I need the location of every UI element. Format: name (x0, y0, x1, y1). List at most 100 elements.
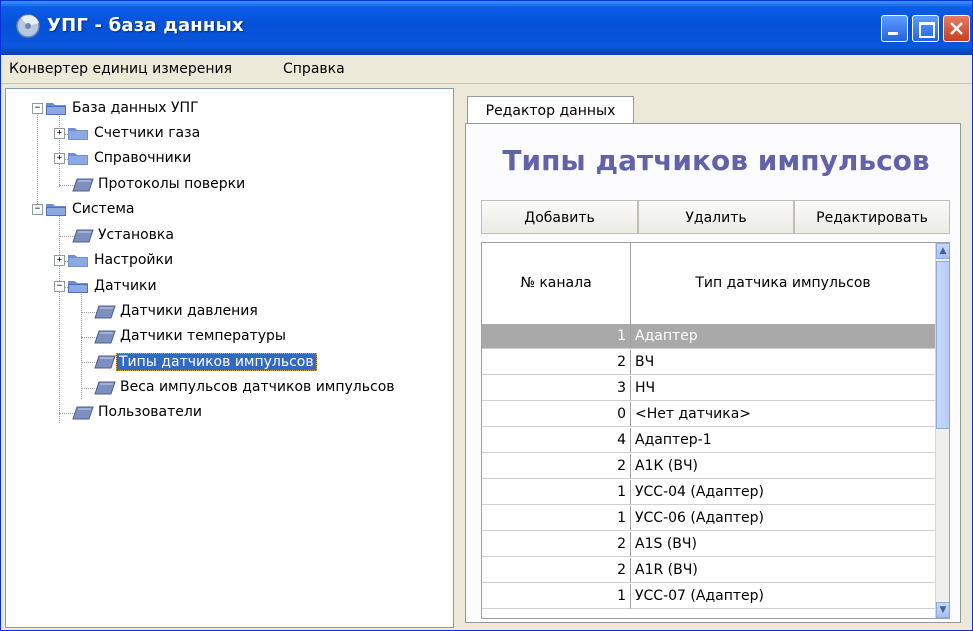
table-row[interactable]: 2 А1R (ВЧ) (482, 558, 935, 584)
menu-bar: Конвертер единиц измерения Справка (1, 55, 972, 84)
expand-icon[interactable]: + (54, 128, 65, 139)
expand-icon[interactable]: + (54, 153, 65, 164)
tree-item-label: Установка (98, 227, 174, 243)
cell-channel: 1 (482, 584, 631, 609)
tree-item-verification-protocols[interactable]: Протоколы поверки (6, 173, 446, 197)
cell-channel: 2 (482, 454, 631, 479)
folder-icon (46, 204, 66, 216)
table-row[interactable]: 1 УСС-06 (Адаптер) (482, 506, 935, 532)
folder-icon (68, 281, 88, 293)
minimize-button[interactable] (881, 15, 908, 42)
cell-type: УСС-06 (Адаптер) (631, 506, 935, 531)
expand-icon[interactable]: + (54, 255, 65, 266)
menu-help[interactable]: Справка (283, 61, 345, 77)
cell-type: Адаптер-1 (631, 428, 935, 453)
title-bar[interactable]: УПГ - база данных (1, 1, 972, 55)
tree-item-label: Протоколы поверки (98, 176, 246, 192)
tree-item-upg-database[interactable]: − База данных УПГ (6, 97, 446, 121)
folder-icon (68, 255, 88, 267)
delete-button[interactable]: Удалить (638, 200, 794, 234)
cell-channel: 4 (482, 428, 631, 453)
app-icon (16, 14, 40, 38)
table-row[interactable]: 0 <Нет датчика> (482, 402, 935, 428)
cell-type: УСС-07 (Адаптер) (631, 584, 935, 609)
chevron-down-icon: ▼ (939, 605, 947, 615)
cell-channel: 2 (482, 350, 631, 375)
form-icon (94, 355, 116, 369)
form-icon (94, 305, 116, 319)
folder-icon (46, 103, 66, 115)
grid-header: № канала Тип датчика импульсов (482, 243, 935, 325)
maximize-button[interactable] (912, 15, 939, 42)
tree-item-pulse-sensor-types[interactable]: Типы датчиков импульсов (6, 350, 446, 374)
table-row[interactable]: 1 Адаптер (482, 324, 935, 350)
cell-type: УСС-04 (Адаптер) (631, 480, 935, 505)
collapse-icon[interactable]: − (32, 204, 43, 215)
add-button[interactable]: Добавить (481, 200, 638, 234)
form-icon (72, 178, 94, 192)
tree-item-system[interactable]: − Система (6, 198, 446, 222)
table-row[interactable]: 2 А1S (ВЧ) (482, 532, 935, 558)
scroll-thumb[interactable] (936, 261, 949, 429)
tree-item-temperature-sensors[interactable]: Датчики температуры (6, 325, 446, 349)
tree-item-pulse-weights[interactable]: Веса импульсов датчиков импульсов (6, 376, 446, 400)
tree-item-installation[interactable]: Установка (6, 224, 446, 248)
cell-type: А1R (ВЧ) (631, 558, 935, 583)
tree-item-label: Справочники (94, 150, 192, 166)
cell-channel: 3 (482, 376, 631, 401)
tree-item-label: Настройки (94, 252, 174, 268)
tree-item-pressure-sensors[interactable]: Датчики давления (6, 300, 446, 324)
tree-item-label: Веса импульсов датчиков импульсов (120, 379, 395, 395)
cell-type: А1К (ВЧ) (631, 454, 935, 479)
form-icon (94, 381, 116, 395)
cell-type: ВЧ (631, 350, 935, 375)
page-title: Типы датчиков импульсов (502, 144, 930, 177)
tree-item-label: Датчики температуры (120, 328, 286, 344)
cell-channel: 1 (482, 506, 631, 531)
tree-view[interactable]: − База данных УПГ + Счетчики газа + Спра… (5, 88, 454, 628)
tree-item-gas-meters[interactable]: + Счетчики газа (6, 122, 446, 146)
column-header-type[interactable]: Тип датчика импульсов (631, 243, 935, 324)
tree-item-label: Датчики давления (120, 303, 258, 319)
tree-item-label: Типы датчиков импульсов (116, 353, 317, 371)
tree-item-label: База данных УПГ (72, 100, 199, 116)
tree-item-label: Система (72, 201, 135, 217)
edit-button[interactable]: Редактировать (794, 200, 950, 234)
window-title: УПГ - база данных (47, 15, 244, 36)
scroll-down-button[interactable]: ▼ (936, 602, 949, 618)
cell-type: <Нет датчика> (631, 402, 935, 427)
form-icon (72, 406, 94, 420)
data-grid[interactable]: № канала Тип датчика импульсов 1 Адаптер … (481, 242, 950, 619)
cell-channel: 1 (482, 324, 631, 349)
close-button[interactable] (943, 15, 970, 42)
app-window: УПГ - база данных Конвертер единиц измер… (0, 0, 973, 631)
table-row[interactable]: 1 УСС-04 (Адаптер) (482, 480, 935, 506)
collapse-icon[interactable]: − (54, 281, 65, 292)
scroll-up-button[interactable]: ▲ (936, 243, 949, 259)
tab-page: Типы датчиков импульсов Добавить Удалить… (465, 123, 961, 623)
tree-item-users[interactable]: Пользователи (6, 401, 446, 425)
chevron-up-icon: ▲ (939, 246, 947, 256)
column-header-channel[interactable]: № канала (482, 243, 631, 324)
table-row[interactable]: 4 Адаптер-1 (482, 428, 935, 454)
cell-type: Адаптер (631, 324, 935, 349)
minimize-icon (888, 32, 898, 35)
table-row[interactable]: 3 НЧ (482, 376, 935, 402)
folder-icon (68, 153, 88, 165)
menu-unit-converter[interactable]: Конвертер единиц измерения (9, 61, 232, 77)
tree-item-label: Датчики (94, 278, 157, 294)
cell-channel: 2 (482, 532, 631, 557)
cell-type: А1S (ВЧ) (631, 532, 935, 557)
form-icon (72, 229, 94, 243)
collapse-icon[interactable]: − (32, 103, 43, 114)
cell-channel: 2 (482, 558, 631, 583)
cell-type: НЧ (631, 376, 935, 401)
table-row[interactable]: 2 А1К (ВЧ) (482, 454, 935, 480)
vertical-scrollbar[interactable]: ▲ ▼ (935, 243, 949, 618)
table-row[interactable]: 2 ВЧ (482, 350, 935, 376)
tab-data-editor[interactable]: Редактор данных (467, 96, 634, 124)
table-row[interactable]: 1 УСС-07 (Адаптер) (482, 584, 935, 610)
tree-item-reference-books[interactable]: + Справочники (6, 147, 446, 171)
tree-item-settings[interactable]: + Настройки (6, 249, 446, 273)
tree-item-sensors[interactable]: − Датчики (6, 275, 446, 299)
